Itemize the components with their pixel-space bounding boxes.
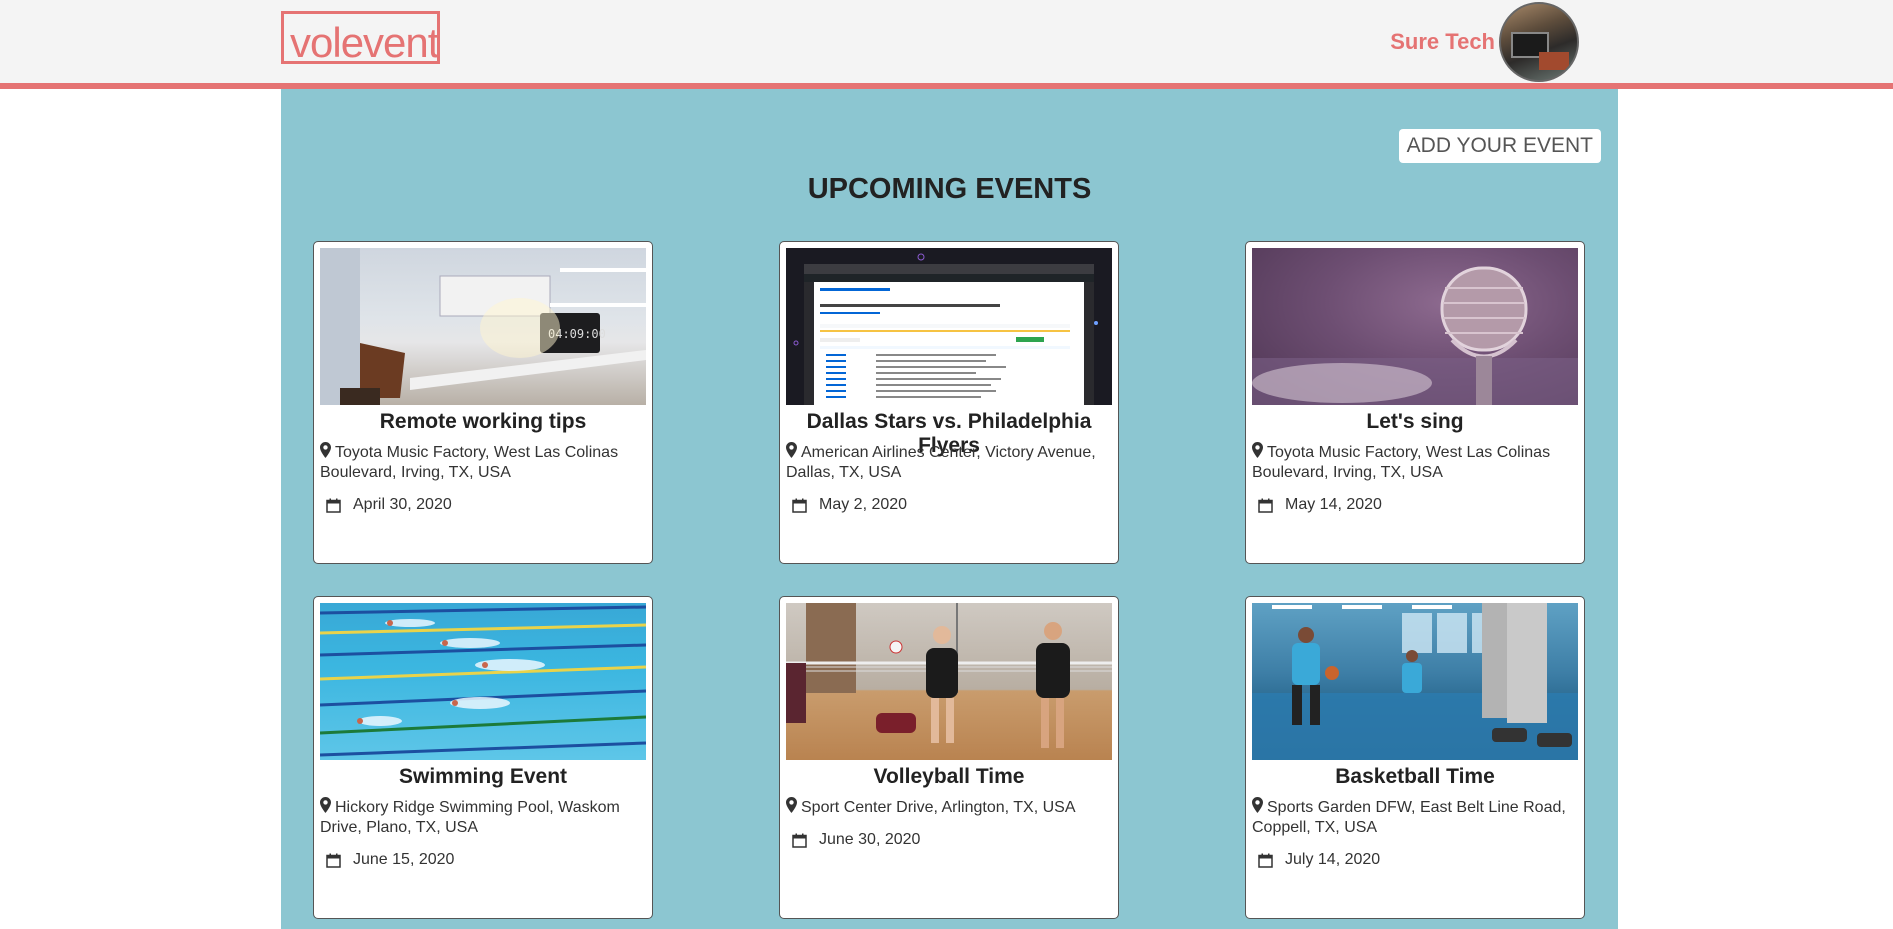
calendar-icon [1258, 853, 1273, 868]
event-title[interactable]: Remote working tips [314, 410, 652, 434]
event-image[interactable] [786, 603, 1112, 760]
event-title[interactable]: Basketball Time [1246, 765, 1584, 789]
app-header: volevent Sure Tech [0, 0, 1893, 89]
logo[interactable]: volevent [281, 11, 440, 66]
event-date: June 30, 2020 [792, 831, 920, 849]
location-pin-icon [1252, 797, 1263, 813]
event-image[interactable] [1252, 248, 1578, 405]
event-location-text: Toyota Music Factory, West Las Colinas B… [320, 444, 619, 481]
avatar[interactable] [1499, 1, 1579, 82]
event-title[interactable]: Volleyball Time [780, 765, 1118, 789]
calendar-icon [792, 498, 807, 513]
event-title[interactable]: Swimming Event [314, 765, 652, 789]
event-image[interactable]: 04:09:00 [320, 248, 646, 405]
event-location-text: American Airlines Center, Victory Avenue… [786, 444, 1096, 481]
event-date-text: June 15, 2020 [353, 851, 455, 868]
event-location-text: Toyota Music Factory, West Las Colinas B… [1252, 444, 1551, 481]
event-date: June 15, 2020 [326, 851, 454, 869]
calendar-icon [792, 833, 807, 848]
event-location: Sport Center Drive, Arlington, TX, USA [786, 797, 1112, 818]
event-card[interactable]: Swimming Event Hickory Ridge Swimming Po… [313, 596, 653, 919]
event-location: American Airlines Center, Victory Avenue… [786, 442, 1112, 483]
event-location: Toyota Music Factory, West Las Colinas B… [1252, 442, 1578, 483]
user-name[interactable]: Sure Tech [1390, 29, 1495, 55]
location-pin-icon [320, 442, 331, 458]
event-date-text: July 14, 2020 [1285, 851, 1381, 868]
event-card[interactable]: Basketball Time Sports Garden DFW, East … [1245, 596, 1585, 919]
location-pin-icon [786, 797, 797, 813]
event-card[interactable]: Dallas Stars vs. Philadelphia Flyers Ame… [779, 241, 1119, 564]
event-date: April 30, 2020 [326, 496, 452, 514]
event-location-text: Hickory Ridge Swimming Pool, Waskom Driv… [320, 799, 620, 836]
event-location: Toyota Music Factory, West Las Colinas B… [320, 442, 646, 483]
user-menu[interactable]: Sure Tech [1390, 0, 1579, 83]
events-container: ADD YOUR EVENT UPCOMING EVENTS 04:09:00 … [281, 89, 1618, 929]
event-date-text: April 30, 2020 [353, 496, 452, 513]
location-pin-icon [786, 442, 797, 458]
event-date-text: June 30, 2020 [819, 831, 921, 848]
add-event-button[interactable]: ADD YOUR EVENT [1398, 129, 1601, 163]
event-title[interactable]: Let's sing [1246, 410, 1584, 434]
event-card[interactable]: Let's sing Toyota Music Factory, West La… [1245, 241, 1585, 564]
event-card[interactable]: Volleyball Time Sport Center Drive, Arli… [779, 596, 1119, 919]
event-location: Hickory Ridge Swimming Pool, Waskom Driv… [320, 797, 646, 838]
page-title: UPCOMING EVENTS [807, 173, 1092, 205]
event-date-text: May 14, 2020 [1285, 496, 1382, 513]
calendar-icon [326, 853, 341, 868]
event-date: May 14, 2020 [1258, 496, 1382, 514]
event-image[interactable] [320, 603, 646, 760]
event-location-text: Sport Center Drive, Arlington, TX, USA [801, 799, 1076, 816]
calendar-icon [1258, 498, 1273, 513]
event-date-text: May 2, 2020 [819, 496, 908, 513]
event-image[interactable] [1252, 603, 1578, 760]
event-location: Sports Garden DFW, East Belt Line Road, … [1252, 797, 1578, 838]
event-location-text: Sports Garden DFW, East Belt Line Road, … [1252, 799, 1566, 836]
event-date: July 14, 2020 [1258, 851, 1380, 869]
location-pin-icon [1252, 442, 1263, 458]
event-date: May 2, 2020 [792, 496, 907, 514]
location-pin-icon [320, 797, 331, 813]
event-image[interactable] [786, 248, 1112, 405]
calendar-icon [326, 498, 341, 513]
event-card[interactable]: 04:09:00 Remote working tips Toyota Musi… [313, 241, 653, 564]
